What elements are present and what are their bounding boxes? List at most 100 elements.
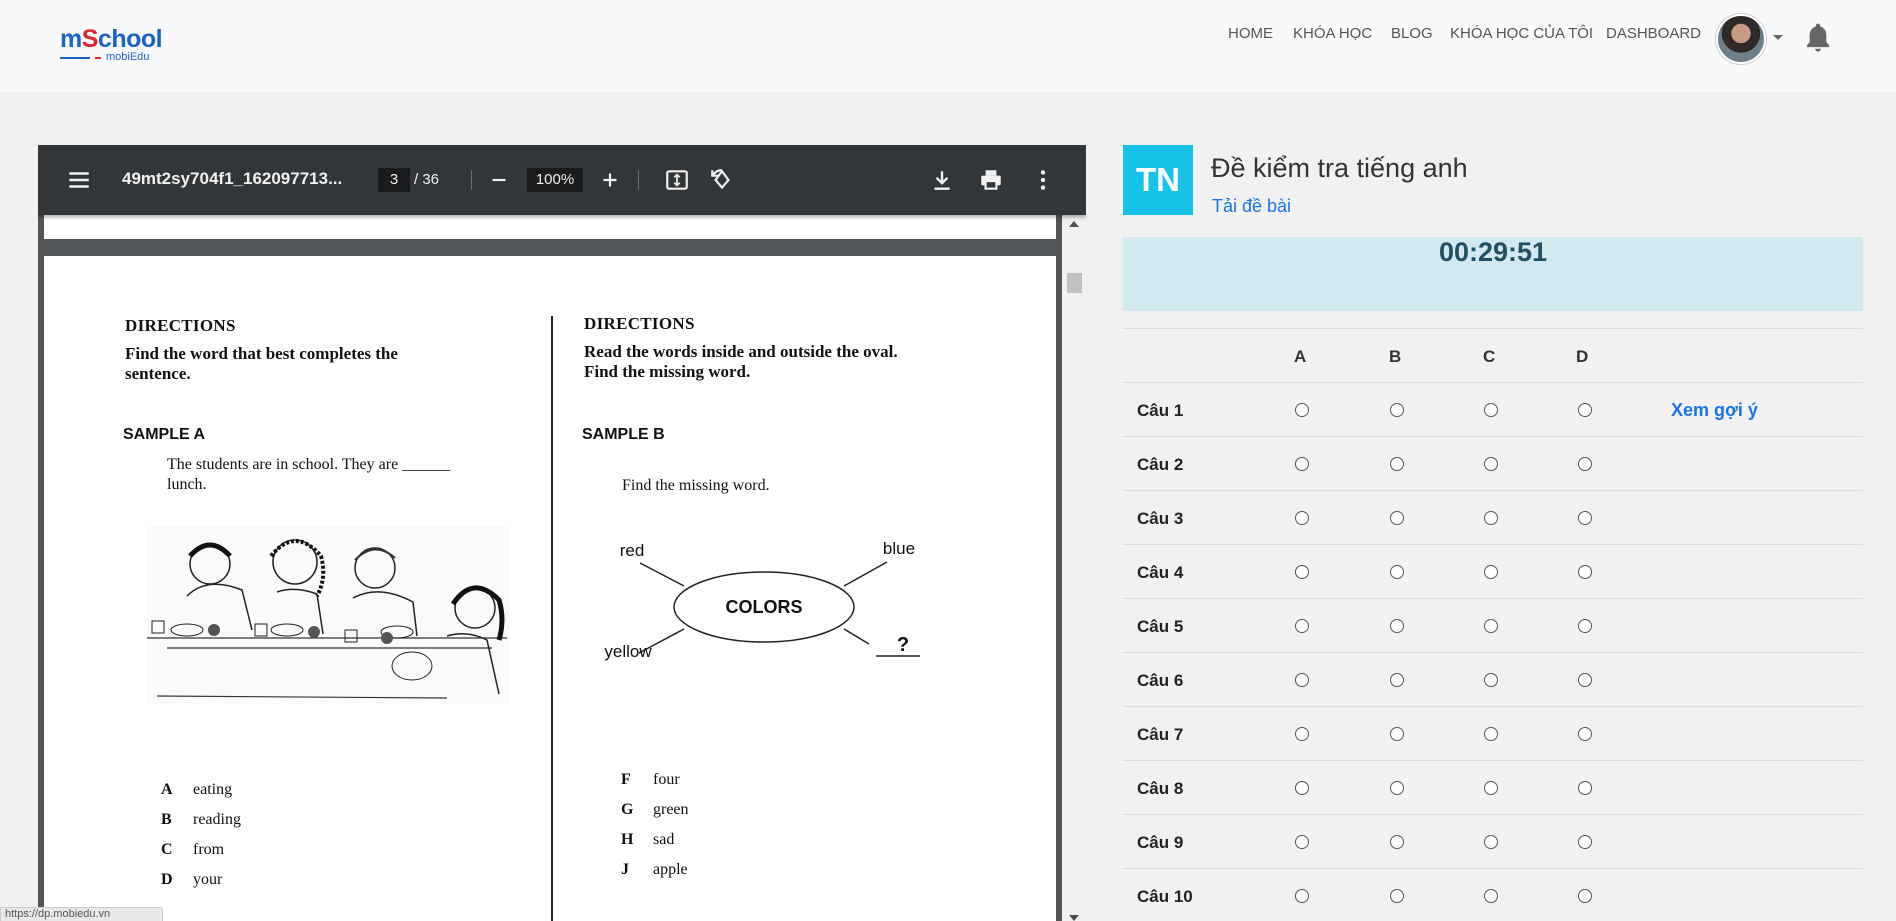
logo-subtitle: mobiEdu	[106, 51, 150, 63]
nav-courses[interactable]: KHÓA HỌC	[1293, 25, 1372, 45]
answer-radio-b[interactable]	[1390, 781, 1404, 795]
logo-underline	[60, 57, 90, 59]
more-options-icon[interactable]	[1030, 167, 1056, 193]
question-row: Câu 5	[1123, 598, 1863, 652]
scroll-up-arrow-icon[interactable]	[1069, 221, 1079, 227]
answer-radio-c[interactable]	[1484, 565, 1498, 579]
page-number-input[interactable]: 3	[378, 168, 410, 192]
question-label: Câu 5	[1137, 617, 1184, 636]
column-header-c: C	[1483, 347, 1496, 366]
answer-radio-d[interactable]	[1578, 781, 1592, 795]
answer-radio-a[interactable]	[1295, 457, 1309, 471]
question-row: Câu 8	[1123, 760, 1863, 814]
top-navbar: mSchool mobiEdu HOME KHÓA HỌC BLOG KHÓA …	[0, 0, 1896, 92]
diagram-label-blue: blue	[883, 539, 915, 558]
column-header-b: B	[1389, 347, 1402, 366]
question-row: Câu 3	[1123, 490, 1863, 544]
fit-page-icon[interactable]	[664, 167, 690, 193]
answer-radio-b[interactable]	[1390, 889, 1404, 903]
answer-radio-b[interactable]	[1390, 835, 1404, 849]
answer-radio-d[interactable]	[1578, 835, 1592, 849]
page-total: / 36	[414, 171, 440, 188]
diagram-center-label: COLORS	[725, 597, 802, 617]
left-directions-heading: DIRECTIONS	[125, 316, 236, 335]
students-lunch-illustration	[147, 526, 509, 704]
nav-dashboard[interactable]: DASHBOARD	[1606, 25, 1701, 45]
answer-radio-b[interactable]	[1390, 619, 1404, 633]
answer-radio-c[interactable]	[1484, 403, 1498, 417]
answer-radio-c[interactable]	[1484, 619, 1498, 633]
rotate-icon[interactable]	[709, 167, 735, 193]
answer-sheet-header: A B C D	[1123, 328, 1863, 382]
answer-radio-d[interactable]	[1578, 403, 1592, 417]
answer-radio-a[interactable]	[1295, 835, 1309, 849]
answer-radio-c[interactable]	[1484, 511, 1498, 525]
zoom-out-icon[interactable]	[486, 167, 512, 193]
answer-radio-a[interactable]	[1295, 727, 1309, 741]
answer-radio-d[interactable]	[1578, 889, 1592, 903]
nav-blog[interactable]: BLOG	[1391, 25, 1433, 45]
question-row: Câu 1 Xem gợi ý	[1123, 382, 1863, 436]
sample-a-stem-line-1: The students are in school. They are ___…	[167, 456, 451, 473]
answer-radio-d[interactable]	[1578, 565, 1592, 579]
answer-radio-d[interactable]	[1578, 457, 1592, 471]
pdf-scrollbar[interactable]	[1062, 215, 1086, 921]
column-header-a: A	[1294, 347, 1307, 366]
sample-a-option-b: Breading	[161, 811, 241, 828]
answer-radio-a[interactable]	[1295, 781, 1309, 795]
user-avatar[interactable]	[1716, 14, 1766, 64]
answer-radio-a[interactable]	[1295, 673, 1309, 687]
answer-radio-b[interactable]	[1390, 673, 1404, 687]
answer-radio-c[interactable]	[1484, 673, 1498, 687]
answer-radio-a[interactable]	[1295, 619, 1309, 633]
answer-radio-b[interactable]	[1390, 403, 1404, 417]
answer-radio-d[interactable]	[1578, 727, 1592, 741]
question-label: Câu 10	[1137, 887, 1193, 906]
scrollbar-thumb[interactable]	[1067, 273, 1082, 293]
scroll-down-arrow-icon[interactable]	[1069, 915, 1079, 921]
sample-b-label: SAMPLE B	[582, 426, 665, 443]
answer-radio-a[interactable]	[1295, 889, 1309, 903]
menu-icon[interactable]	[66, 167, 92, 193]
answer-radio-a[interactable]	[1295, 565, 1309, 579]
answer-radio-c[interactable]	[1484, 835, 1498, 849]
pdf-toolbar: 49mt2sy704f1_162097713... 3 / 36 100%	[38, 145, 1086, 215]
question-label: Câu 6	[1137, 671, 1184, 690]
answer-radio-d[interactable]	[1578, 673, 1592, 687]
pdf-page: DIRECTIONS Find the word that best compl…	[44, 256, 1056, 921]
question-row: Câu 7	[1123, 706, 1863, 760]
toolbar-divider	[471, 170, 472, 190]
mschool-logo[interactable]: mSchool mobiEdu	[60, 25, 170, 65]
nav-my-courses[interactable]: KHÓA HỌC CỦA TÔI	[1450, 25, 1593, 45]
bell-icon[interactable]	[1802, 21, 1834, 55]
answer-radio-b[interactable]	[1390, 565, 1404, 579]
answer-radio-a[interactable]	[1295, 403, 1309, 417]
answer-radio-c[interactable]	[1484, 727, 1498, 741]
answer-radio-b[interactable]	[1390, 511, 1404, 525]
sample-b-option-f: Ffour	[621, 771, 680, 788]
answer-radio-b[interactable]	[1390, 727, 1404, 741]
zoom-in-icon[interactable]	[597, 167, 623, 193]
chevron-down-icon[interactable]	[1773, 35, 1783, 40]
download-test-link[interactable]: Tải đề bài	[1212, 196, 1291, 217]
answer-radio-c[interactable]	[1484, 781, 1498, 795]
zoom-level-input[interactable]: 100%	[527, 168, 583, 192]
status-bar-url: https://dp.mobiedu.vn	[0, 907, 163, 921]
question-label: Câu 1	[1137, 401, 1184, 420]
column-header-d: D	[1576, 347, 1589, 366]
view-hint-link[interactable]: Xem gợi ý	[1671, 400, 1758, 421]
answer-radio-c[interactable]	[1484, 889, 1498, 903]
print-icon[interactable]	[978, 167, 1004, 193]
nav-home[interactable]: HOME	[1228, 25, 1273, 45]
colors-word-web-diagram: COLORS red blue yellow ?	[604, 539, 920, 661]
question-label: Câu 3	[1137, 509, 1184, 528]
answer-radio-c[interactable]	[1484, 457, 1498, 471]
diagram-label-missing: ?	[897, 634, 909, 656]
answer-radio-b[interactable]	[1390, 457, 1404, 471]
answer-radio-d[interactable]	[1578, 511, 1592, 525]
pdf-viewer: 49mt2sy704f1_162097713... 3 / 36 100% DI…	[38, 145, 1086, 921]
answer-radio-a[interactable]	[1295, 511, 1309, 525]
sample-b-option-h: Hsad	[621, 831, 675, 848]
answer-radio-d[interactable]	[1578, 619, 1592, 633]
download-icon[interactable]	[929, 167, 955, 193]
